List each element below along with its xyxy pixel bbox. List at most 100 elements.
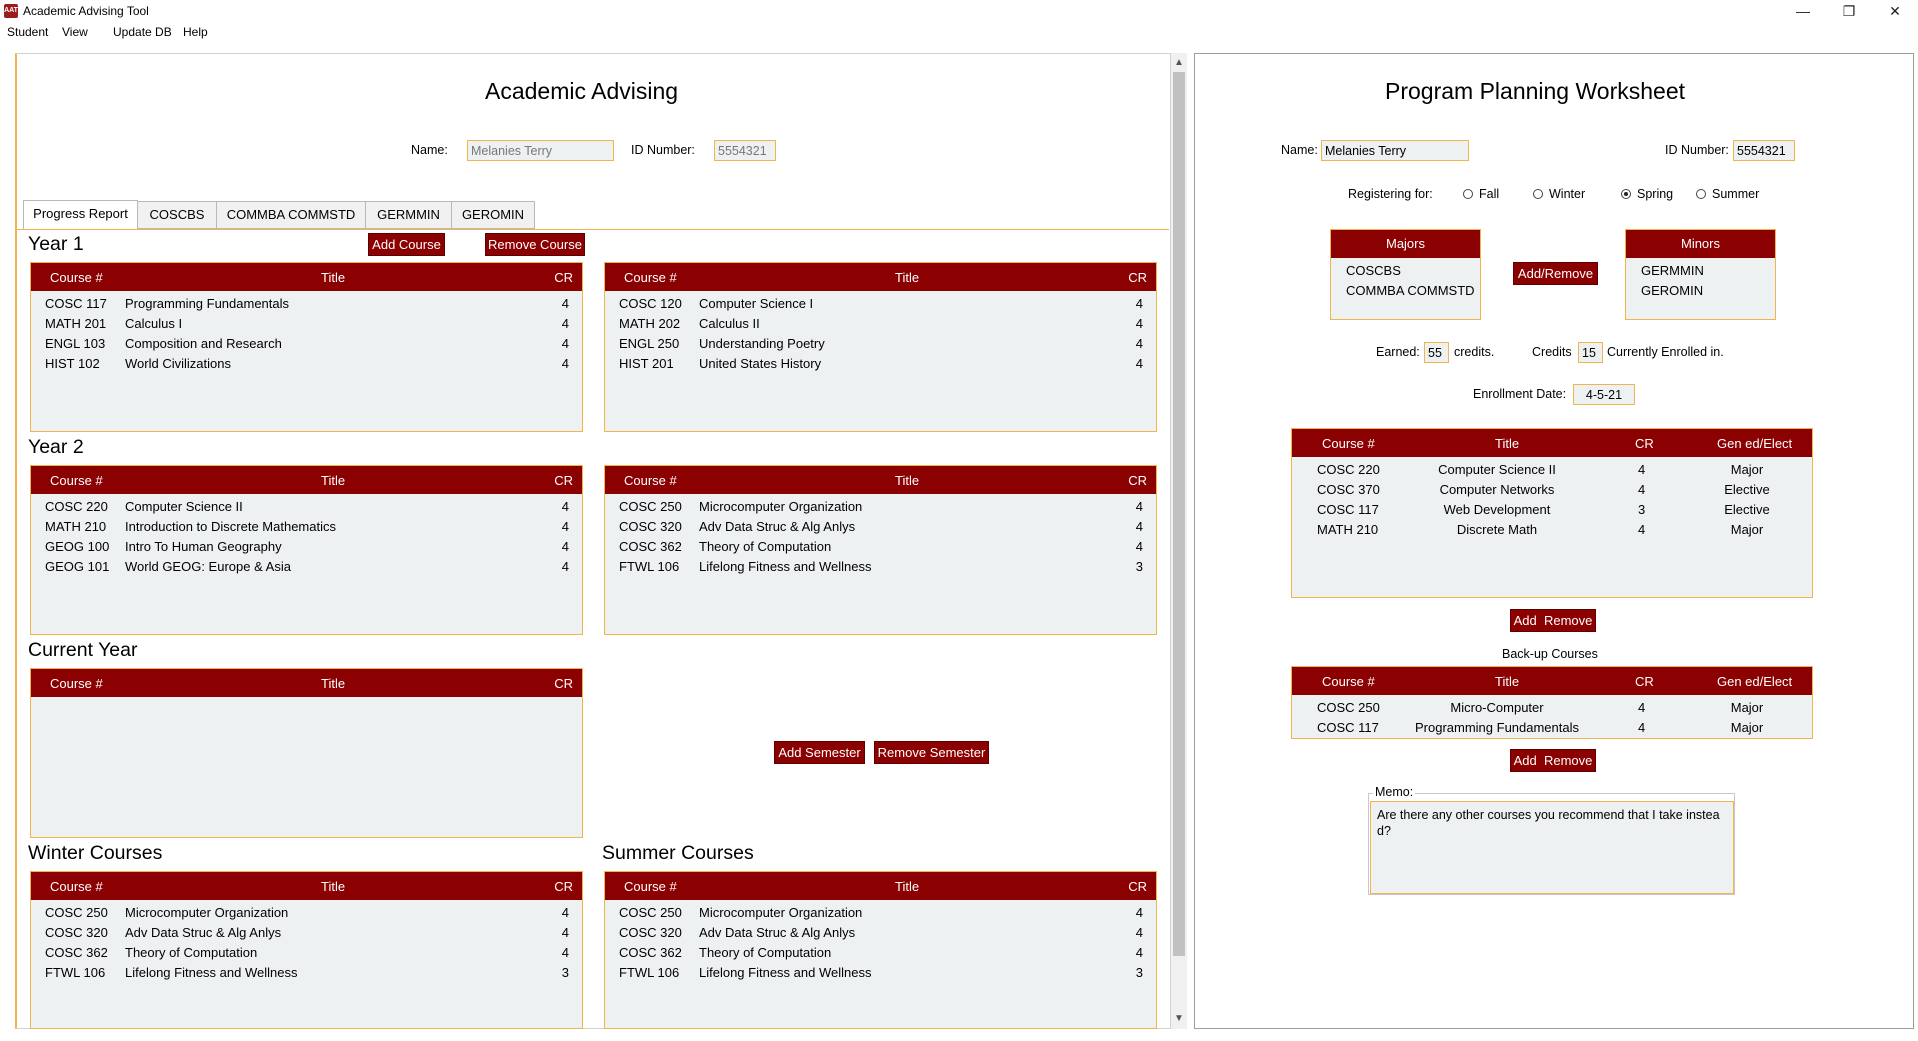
table-row[interactable]: COSC 320 Adv Data Struc & Alg Anlys 4 [605,923,1156,943]
term-winter-radio[interactable]: Winter [1533,187,1585,201]
col-title-header[interactable]: Title [321,270,345,285]
year2-semester1-table[interactable]: Course # Title CR COSC 220 Computer Science … [30,465,583,635]
table-row[interactable]: HIST 102 World Civilizations 4 [31,354,582,374]
enrolled-credits-field[interactable]: 15 [1578,342,1603,363]
col-gen-elect-header[interactable]: Gen ed/Elect [1717,436,1792,451]
col-cr-header[interactable]: CR [1128,270,1147,285]
winter-courses-table[interactable]: Course # Title CR COSC 250 Microcomputer Org… [30,871,583,1029]
table-row[interactable]: COSC 362 Theory of Computation 4 [605,537,1156,557]
pp-name-field[interactable]: Melanies Terry [1321,140,1469,161]
menu-student[interactable]: Student [7,25,48,39]
table-row[interactable]: COSC 250 Microcomputer Organization 4 [605,903,1156,923]
col-course-header[interactable]: Course # [624,473,677,488]
col-course-header[interactable]: Course # [50,270,103,285]
add-remove-major-minor-button[interactable]: Add/Remove [1513,262,1598,285]
tab-coscbs[interactable]: COSCBS [137,201,217,229]
year1-semester1-table[interactable]: Course # Title CR COSC 117 Programming Funda… [30,262,583,432]
col-cr-header[interactable]: CR [1635,674,1654,689]
table-row[interactable]: FTWL 106 Lifelong Fitness and Wellness 3 [605,963,1156,983]
memo-textarea[interactable]: Are there any other courses you recommen… [1370,801,1734,894]
tab-commba-commstd[interactable]: COMMBA COMMSTD [216,201,366,229]
table-row[interactable]: MATH 201 Calculus I 4 [31,314,582,334]
earned-credits-field[interactable]: 55 [1424,342,1449,363]
table-row[interactable]: COSC 320 Adv Data Struc & Alg Anlys 4 [605,517,1156,537]
name-field[interactable]: Melanies Terry [467,140,614,161]
tab-germmin[interactable]: GERMMIN [365,201,452,229]
add-semester-button[interactable]: Add Semester [774,741,865,764]
current-year-table[interactable]: Course # Title CR [30,668,583,838]
menu-help[interactable]: Help [183,25,208,39]
col-title-header[interactable]: Title [895,473,919,488]
table-row[interactable]: FTWL 106 Lifelong Fitness and Wellness 3 [31,963,582,983]
table-row[interactable]: COSC 320 Adv Data Struc & Alg Anlys 4 [31,923,582,943]
remove-course-button[interactable]: Remove Course [485,233,585,256]
major-item[interactable]: COSCBS [1346,263,1401,278]
table-row[interactable]: COSC 362 Theory of Computation 4 [605,943,1156,963]
table-row[interactable]: COSC 250 Microcomputer Organization 4 [605,497,1156,517]
col-title-header[interactable]: Title [321,879,345,894]
close-button[interactable]: ✕ [1872,0,1918,23]
scroll-down-icon[interactable]: ▼ [1171,1011,1187,1027]
majors-list[interactable]: Majors COSCBS COMMBA COMMSTD [1330,229,1481,320]
table-row[interactable]: ENGL 103 Composition and Research 4 [31,334,582,354]
table-row[interactable]: COSC 117 Programming Fundamentals 4 [31,294,582,314]
col-course-header[interactable]: Course # [50,879,103,894]
term-fall-radio[interactable]: Fall [1463,187,1499,201]
col-title-header[interactable]: Title [895,270,919,285]
id-field[interactable]: 5554321 [714,140,776,161]
table-row[interactable]: FTWL 106 Lifelong Fitness and Wellness 3 [605,557,1156,577]
col-title-header[interactable]: Title [321,473,345,488]
col-cr-header[interactable]: CR [554,879,573,894]
col-course-header[interactable]: Course # [50,473,103,488]
col-course-header[interactable]: Course # [1322,674,1375,689]
year2-semester2-table[interactable]: Course # Title CR COSC 250 Microcomputer Org… [604,465,1157,635]
col-cr-header[interactable]: CR [1128,879,1147,894]
tab-geromin[interactable]: GEROMIN [451,201,535,229]
add-course-button[interactable]: Add Course [368,233,445,256]
minor-item[interactable]: GERMMIN [1641,263,1704,278]
col-title-header[interactable]: Title [1495,436,1519,451]
enrollment-date-field[interactable]: 4-5-21 [1573,384,1635,405]
col-course-header[interactable]: Course # [624,879,677,894]
table-row[interactable]: COSC 362 Theory of Computation 4 [31,943,582,963]
table-row[interactable]: COSC 220 Computer Science II 4 Major [1292,460,1812,480]
table-row[interactable]: MATH 210 Introduction to Discrete Mathema… [31,517,582,537]
table-row[interactable]: COSC 370 Computer Networks 4 Elective [1292,480,1812,500]
scrollbar-thumb[interactable] [1173,72,1185,956]
year1-semester2-table[interactable]: Course # Title CR COSC 120 Computer Science … [604,262,1157,432]
major-item[interactable]: COMMBA COMMSTD [1346,283,1475,298]
backup-remove-button[interactable]: Remove [1544,753,1592,768]
remove-semester-button[interactable]: Remove Semester [874,741,989,764]
col-course-header[interactable]: Course # [624,270,677,285]
minor-item[interactable]: GEROMIN [1641,283,1703,298]
table-row[interactable]: MATH 202 Calculus II 4 [605,314,1156,334]
table-row[interactable]: COSC 117 Programming Fundamentals 4 Major [1292,718,1812,738]
table-row[interactable]: COSC 117 Web Development 3 Elective [1292,500,1812,520]
minors-list[interactable]: Minors GERMMIN GEROMIN [1625,229,1776,320]
menu-update-db[interactable]: Update DB [113,25,172,39]
menu-view[interactable]: View [62,25,88,39]
plan-add-button[interactable]: Add [1514,613,1537,628]
col-title-header[interactable]: Title [1495,674,1519,689]
plan-remove-button[interactable]: Remove [1544,613,1592,628]
table-row[interactable]: COSC 250 Micro-Computer 4 Major [1292,698,1812,718]
term-summer-radio[interactable]: Summer [1696,187,1759,201]
col-gen-elect-header[interactable]: Gen ed/Elect [1717,674,1792,689]
table-row[interactable]: GEOG 100 Intro To Human Geography 4 [31,537,582,557]
col-cr-header[interactable]: CR [1128,473,1147,488]
table-row[interactable]: ENGL 250 Understanding Poetry 4 [605,334,1156,354]
pp-id-field[interactable]: 5554321 [1733,140,1795,161]
col-cr-header[interactable]: CR [1635,436,1654,451]
tab-progress-report[interactable]: Progress Report [23,200,138,230]
col-course-header[interactable]: Course # [1322,436,1375,451]
table-row[interactable]: COSC 250 Microcomputer Organization 4 [31,903,582,923]
col-cr-header[interactable]: CR [554,473,573,488]
table-row[interactable]: HIST 201 United States History 4 [605,354,1156,374]
backup-add-button[interactable]: Add [1514,753,1537,768]
col-cr-header[interactable]: CR [554,270,573,285]
scroll-up-icon[interactable]: ▲ [1171,55,1187,71]
table-row[interactable]: GEOG 101 World GEOG: Europe & Asia 4 [31,557,582,577]
summer-courses-table[interactable]: Course # Title CR COSC 250 Microcomputer Org… [604,871,1157,1029]
backup-courses-table[interactable]: Course # Title CR Gen ed/Elect COSC 250 Micro… [1291,666,1813,739]
col-cr-header[interactable]: CR [554,676,573,691]
